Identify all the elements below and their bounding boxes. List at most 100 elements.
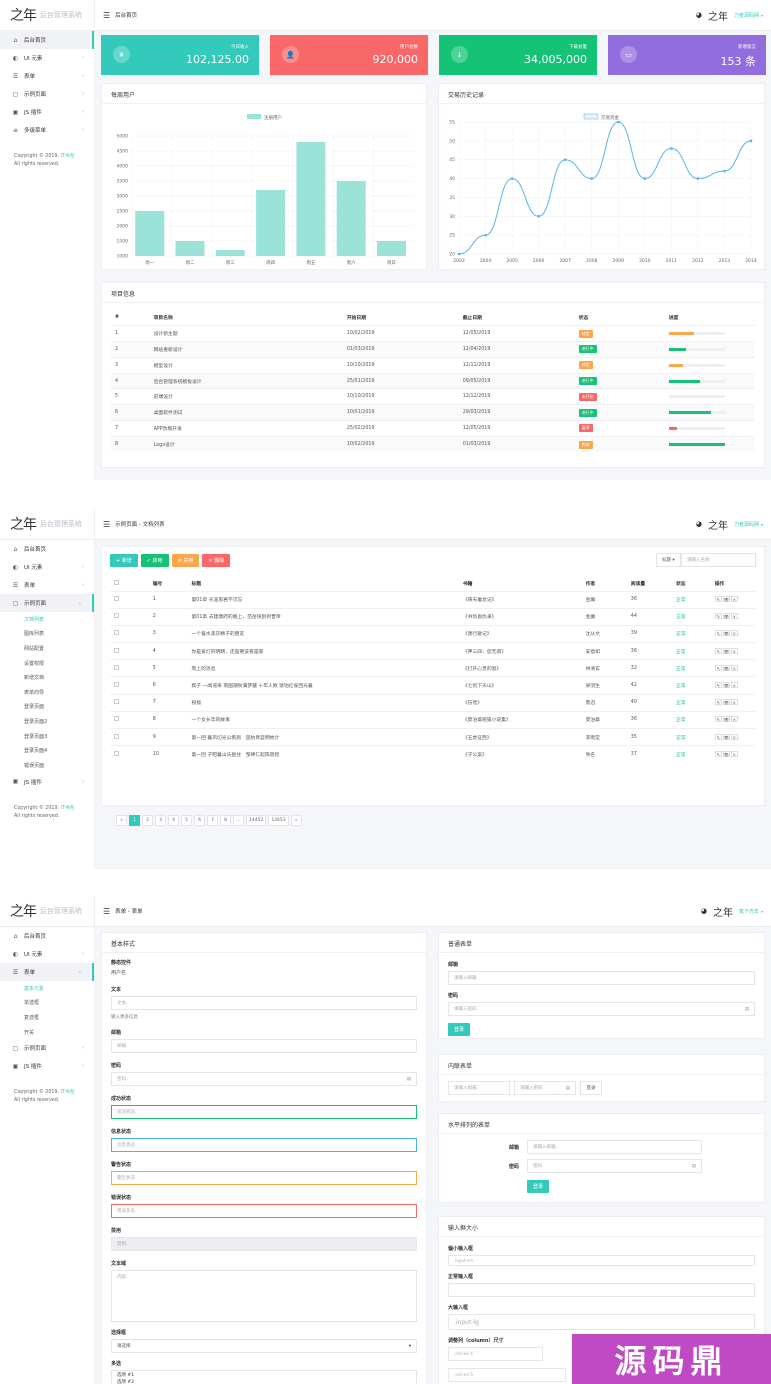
sidebar-item[interactable]: ⌂ 后台首页 — [0, 540, 94, 558]
login-button[interactable]: 登录 — [448, 1023, 471, 1036]
sidebar-item[interactable]: ◐ UI 元素 › — [0, 49, 94, 67]
edit-icon[interactable]: ✎ — [714, 596, 722, 603]
select-all-checkbox[interactable] — [114, 580, 119, 586]
submenu-item[interactable]: 单选框 — [0, 996, 94, 1011]
avatar[interactable]: 之年 — [708, 514, 728, 534]
horizontal-password-input[interactable]: 密码.. ▤ — [527, 1159, 702, 1173]
sidebar-item[interactable]: ▢ 示例页面 › — [0, 1039, 94, 1057]
submenu-item[interactable]: 新增文档 — [0, 670, 94, 685]
inline-email-input[interactable]: 请输入邮箱.. — [448, 1081, 510, 1095]
page-button[interactable]: 8 — [220, 815, 231, 826]
avatar[interactable]: 之年 — [708, 5, 728, 25]
row-checkbox[interactable] — [114, 664, 119, 670]
view-icon[interactable]: 👁 — [722, 613, 730, 620]
info-input[interactable]: 信息状态.. — [111, 1138, 417, 1152]
edit-icon[interactable]: ✎ — [714, 733, 722, 740]
sidebar-item[interactable]: ☰ 表单 › — [0, 67, 94, 85]
page-button[interactable]: ... — [233, 815, 244, 826]
page-button[interactable]: 4 — [168, 815, 179, 826]
col-4-input[interactable]: .col-xs-4 — [448, 1347, 543, 1361]
toolbar-button[interactable]: ✓ 启用 — [140, 554, 169, 567]
palette-icon[interactable]: ◕ — [696, 11, 702, 19]
warning-input[interactable]: 警告状态.. — [111, 1171, 417, 1185]
submenu-item[interactable]: 登录页面4 — [0, 743, 94, 758]
large-input[interactable]: .input-lg — [448, 1314, 755, 1330]
avatar[interactable]: 之年 — [713, 901, 733, 921]
view-icon[interactable]: 👁 — [722, 699, 730, 706]
page-button[interactable]: 5 — [181, 815, 192, 826]
brand-logo[interactable]: 之年 后台管理系统 — [0, 0, 94, 31]
submenu-item[interactable]: 文档列表 — [0, 612, 94, 627]
sidebar-item[interactable]: ☰ 表单 › — [0, 576, 94, 594]
palette-icon[interactable]: ◕ — [701, 907, 707, 915]
delete-icon[interactable]: × — [730, 682, 738, 689]
submenu-item[interactable]: 网站配置 — [0, 641, 94, 656]
copyright-link[interactable]: IT书包 — [61, 806, 75, 811]
view-icon[interactable]: 👁 — [722, 596, 730, 603]
toolbar-button[interactable]: ✕ 删除 — [202, 554, 231, 567]
sidebar-item[interactable]: ▢ 示例页面 › — [0, 85, 94, 103]
sidebar-item[interactable]: ◐ UI 元素 › — [0, 945, 94, 963]
edit-icon[interactable]: ✎ — [714, 630, 722, 637]
page-button[interactable]: 2 — [142, 815, 153, 826]
submenu-item[interactable]: 复选框 — [0, 1010, 94, 1025]
edit-icon[interactable]: ✎ — [714, 613, 722, 620]
user-menu[interactable]: 笔下光年 — [739, 908, 759, 915]
palette-icon[interactable]: ◕ — [696, 520, 702, 528]
success-input[interactable]: 成功状态.. — [111, 1105, 417, 1119]
view-icon[interactable]: 👁 — [722, 664, 730, 671]
delete-icon[interactable]: × — [730, 716, 738, 723]
delete-icon[interactable]: × — [730, 613, 738, 620]
inline-password-input[interactable]: 请输入密码.. ▤ — [514, 1081, 576, 1095]
page-button[interactable]: 6 — [194, 815, 205, 826]
sidebar-item[interactable]: ▢ 示例页面 ⌄ — [0, 594, 94, 612]
sidebar-item[interactable]: ▣ JS 插件 › — [0, 103, 94, 121]
sidebar-item[interactable]: ⌂ 后台首页 — [0, 31, 94, 49]
view-icon[interactable]: 👁 — [722, 647, 730, 654]
toolbar-button[interactable]: + 新增 — [110, 554, 138, 567]
page-button[interactable]: 14453 — [268, 815, 289, 826]
text-input[interactable]: 文本.. — [111, 996, 417, 1010]
small-input[interactable]: .input-sm — [448, 1255, 755, 1266]
delete-icon[interactable]: × — [730, 630, 738, 637]
page-button[interactable]: 14452 — [246, 815, 267, 826]
submenu-item[interactable]: 登录页面2 — [0, 714, 94, 729]
view-icon[interactable]: 👁 — [722, 630, 730, 637]
edit-icon[interactable]: ✎ — [714, 647, 722, 654]
row-checkbox[interactable] — [114, 596, 119, 602]
sidebar-item[interactable]: ≡ 多级菜单 › — [0, 121, 94, 139]
row-checkbox[interactable] — [114, 751, 119, 757]
textarea[interactable]: 内容.. — [111, 1270, 417, 1322]
view-icon[interactable]: 👁 — [722, 716, 730, 723]
row-checkbox[interactable] — [114, 630, 119, 636]
user-menu[interactable]: 刀者源码网 — [734, 521, 759, 528]
delete-icon[interactable]: × — [730, 596, 738, 603]
error-input[interactable]: 错误状态.. — [111, 1204, 417, 1218]
search-input[interactable]: 请输入名称 — [681, 553, 756, 567]
sidebar-item[interactable]: ◐ UI 元素 › — [0, 558, 94, 576]
horizontal-email-input[interactable]: 请输入邮箱.. — [527, 1140, 702, 1154]
menu-toggle-icon[interactable]: ☰ — [103, 520, 110, 529]
multi-option[interactable]: 选项 #2 — [117, 1380, 411, 1384]
page-button[interactable]: 3 — [155, 815, 166, 826]
brand-logo[interactable]: 之年 后台管理系统 — [0, 896, 94, 927]
user-menu[interactable]: 刀者源码网 — [734, 12, 759, 19]
toolbar-button[interactable]: ⊘ 禁用 — [171, 554, 200, 567]
delete-icon[interactable]: × — [730, 751, 738, 758]
page-button[interactable]: » — [290, 815, 302, 826]
submenu-item[interactable]: 登录页面3 — [0, 729, 94, 744]
login-button[interactable]: 登录 — [527, 1180, 550, 1193]
normal-input[interactable]: .. — [448, 1283, 755, 1297]
row-checkbox[interactable] — [114, 699, 119, 705]
view-icon[interactable]: 👁 — [722, 751, 730, 758]
delete-icon[interactable]: × — [730, 647, 738, 654]
menu-toggle-icon[interactable]: ☰ — [103, 907, 110, 916]
edit-icon[interactable]: ✎ — [714, 664, 722, 671]
submenu-item[interactable]: 基本元素 — [0, 981, 94, 996]
sidebar-item[interactable]: ▣ JS 插件 › — [0, 773, 94, 791]
submenu-item[interactable]: 图库列表 — [0, 627, 94, 642]
submenu-item[interactable]: 错误页面 — [0, 758, 94, 773]
page-button[interactable]: « — [116, 815, 127, 826]
sidebar-item[interactable]: ⌂ 后台首页 — [0, 927, 94, 945]
copyright-link[interactable]: IT书包 — [61, 1090, 75, 1095]
